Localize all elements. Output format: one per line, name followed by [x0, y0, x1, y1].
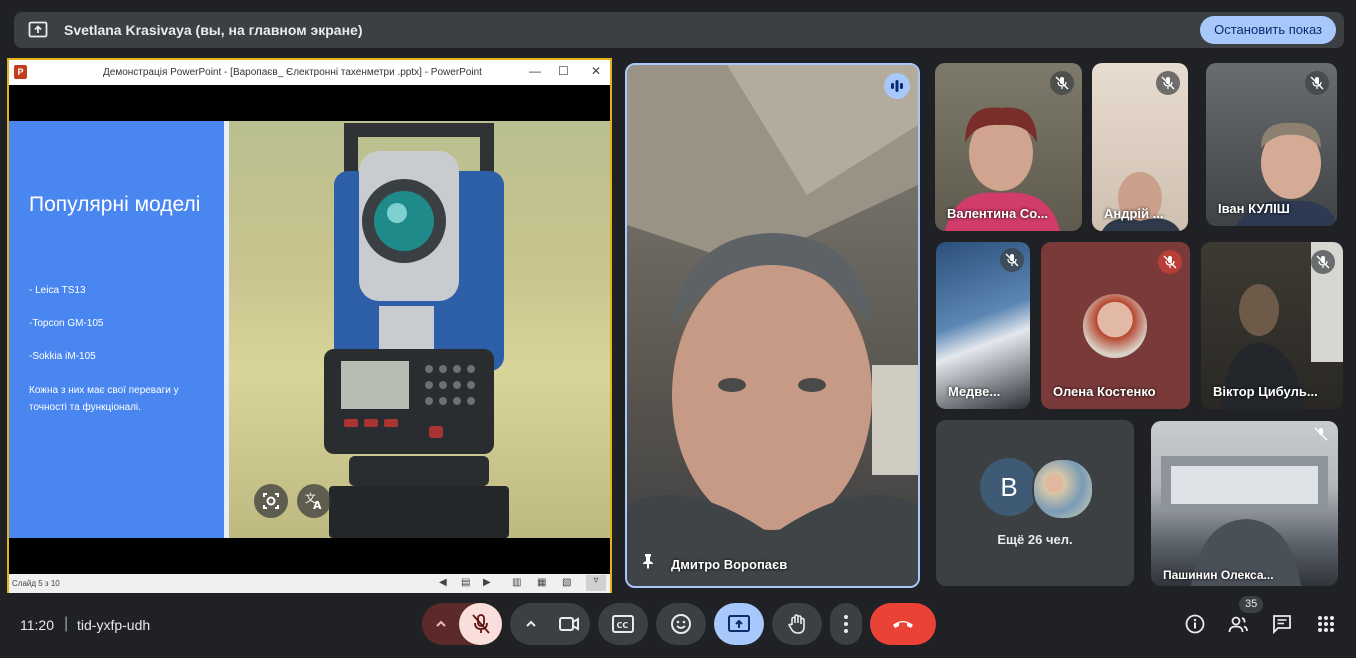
translate-icon[interactable]: 文A	[297, 484, 331, 518]
mic-off-icon	[1000, 248, 1024, 272]
present-now-button[interactable]	[714, 603, 764, 645]
presenting-text: Svetlana Krasivaya (вы, на главном экран…	[64, 22, 363, 38]
mic-off-icon	[1158, 250, 1182, 274]
ppt-titlebar: P Демонстрація PowerPoint - [Варопаєв_ Є…	[9, 60, 610, 85]
slide-title: Популярні моделі	[29, 193, 201, 216]
svg-text:A: A	[313, 499, 322, 512]
more-vert-icon	[844, 615, 848, 633]
more-participants-label: Ещё 26 чел.	[997, 532, 1073, 547]
normal-view-icon[interactable]: ▥	[512, 577, 521, 588]
apps-grid-icon	[1318, 616, 1334, 632]
slide-sorter-icon[interactable]: ▦	[537, 577, 546, 588]
slide-bullet: -Topcon GM-105	[29, 318, 104, 329]
slide-bullet: - Leica TS13	[29, 285, 86, 296]
minimize-icon[interactable]: —	[529, 64, 541, 78]
close-icon[interactable]: ✕	[591, 64, 601, 78]
main-video-tile[interactable]: Дмитро Воропаєв	[625, 63, 920, 588]
prev-slide-icon[interactable]: ◀	[439, 577, 447, 588]
mic-off-icon	[1314, 427, 1328, 446]
participant-tile[interactable]: Андрій ...	[1092, 63, 1188, 231]
hang-up-icon	[893, 621, 913, 628]
mic-off-icon	[1305, 71, 1329, 95]
participants-count-badge: 35	[1239, 596, 1264, 613]
maximize-icon[interactable]: ☐	[558, 64, 569, 78]
reactions-button[interactable]	[656, 603, 706, 645]
pin-icon[interactable]	[641, 553, 655, 574]
mic-off-icon	[1156, 71, 1180, 95]
slide-bullet: -Sokkia iM-105	[29, 351, 96, 362]
more-options-button[interactable]	[830, 603, 862, 645]
next-slide-icon[interactable]: ▶	[483, 577, 491, 588]
participant-name: Олена Костенко	[1053, 384, 1156, 399]
reading-view-icon[interactable]: ▧	[562, 577, 571, 588]
participant-name: Іван КУЛІШ	[1218, 201, 1290, 216]
mic-off-icon	[1311, 250, 1335, 274]
present-screen-icon	[28, 20, 48, 40]
participant-tile[interactable]: Віктор Цибуль...	[1201, 242, 1343, 409]
info-icon	[1185, 614, 1205, 634]
mic-toggle-button[interactable]	[459, 603, 502, 645]
avatar: B	[980, 458, 1038, 516]
audio-level-icon	[884, 73, 910, 99]
avatar	[1032, 458, 1094, 520]
avatar	[1083, 294, 1147, 358]
participant-name: Валентина Со...	[947, 206, 1049, 221]
camera-icon	[559, 617, 579, 631]
hand-icon	[788, 614, 805, 634]
notes-icon[interactable]: ▤	[461, 577, 470, 588]
camera-toggle-button[interactable]	[550, 603, 590, 645]
participant-tile[interactable]: Іван КУЛІШ	[1206, 63, 1337, 226]
participant-tile[interactable]: Валентина Со...	[935, 63, 1082, 231]
slide-counter: Слайд 5 з 10	[12, 579, 60, 588]
participant-name: Пашинин Олекса...	[1163, 568, 1274, 582]
activities-button[interactable]	[1309, 607, 1343, 641]
chat-icon	[1273, 615, 1291, 634]
participant-name: Дмитро Воропаєв	[671, 557, 788, 572]
ppt-statusbar: Слайд 5 з 10 ◀ ▤ ▶ ▥ ▦ ▧ ▿	[9, 574, 610, 593]
clock: 11:20	[20, 617, 54, 633]
presented-window: P Демонстрація PowerPoint - [Варопаєв_ Є…	[7, 58, 612, 593]
presenting-banner: Svetlana Krasivaya (вы, на главном экран…	[14, 12, 1344, 48]
slide: Популярні моделі - Leica TS13 -Topcon GM…	[9, 121, 610, 538]
present-screen-icon	[728, 615, 750, 632]
participant-tile[interactable]: Олена Костенко	[1041, 242, 1190, 409]
svg-text:CC: CC	[617, 621, 629, 630]
participant-name: Андрій ...	[1104, 206, 1164, 221]
participant-name: Віктор Цибуль...	[1213, 384, 1318, 399]
raise-hand-button[interactable]	[772, 603, 822, 645]
participant-tile[interactable]: Медве...	[936, 242, 1030, 409]
closed-captions-icon: CC	[612, 615, 634, 633]
powerpoint-icon: P	[14, 65, 27, 79]
stop-presenting-button[interactable]: Остановить показ	[1200, 16, 1336, 44]
people-icon	[1228, 616, 1248, 633]
ppt-window-title: Демонстрація PowerPoint - [Варопаєв_ Єле…	[103, 67, 482, 78]
separator: |	[64, 615, 69, 632]
captions-button[interactable]: CC	[598, 603, 648, 645]
slide-description: Кожна з них має свої переваги у точності…	[29, 385, 179, 413]
total-station-image: 文A	[229, 121, 610, 538]
more-participants-tile[interactable]: B Ещё 26 чел.	[936, 420, 1134, 586]
slideshow-icon[interactable]: ▿	[586, 575, 606, 591]
mic-off-icon	[1050, 71, 1074, 95]
leave-call-button[interactable]	[870, 603, 936, 645]
mic-control-group	[422, 603, 502, 645]
slide-text-panel: Популярні моделі - Leica TS13 -Topcon GM…	[9, 121, 224, 538]
mic-off-icon	[472, 614, 490, 634]
meeting-details-button[interactable]	[1178, 607, 1212, 641]
participant-name: Медве...	[948, 384, 1001, 399]
participant-tile[interactable]: Пашинин Олекса...	[1151, 421, 1338, 586]
emoji-icon	[671, 614, 691, 634]
meeting-code[interactable]: tid-yxfp-udh	[77, 617, 150, 633]
camera-control-group	[510, 603, 590, 645]
lens-search-icon[interactable]	[254, 484, 288, 518]
chat-button[interactable]	[1265, 607, 1299, 641]
